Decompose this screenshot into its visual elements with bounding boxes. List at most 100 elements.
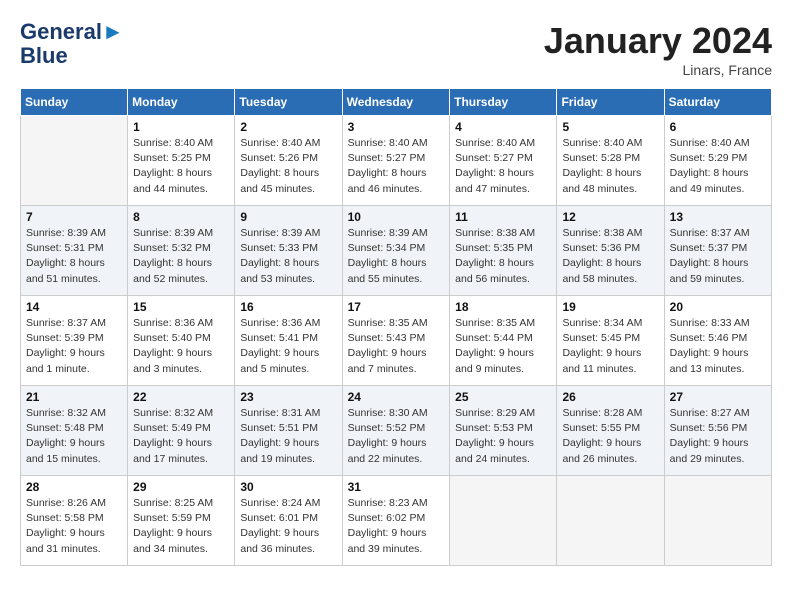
calendar-cell: 13Sunrise: 8:37 AMSunset: 5:37 PMDayligh…	[664, 206, 771, 296]
title-block: January 2024 Linars, France	[544, 20, 772, 78]
calendar-cell: 31 Sunrise: 8:23 AMSunset: 6:02 PMDayligh…	[342, 476, 450, 566]
day-number: 29	[133, 480, 229, 494]
day-number: 19	[562, 300, 658, 314]
location-subtitle: Linars, France	[544, 62, 772, 78]
weekday-header-monday: Monday	[128, 89, 235, 116]
calendar-cell	[21, 116, 128, 206]
day-info: Sunrise: 8:39 AMSunset: 5:31 PMDaylight:…	[26, 226, 122, 287]
calendar-week-row: 14 Sunrise: 8:37 AMSunset: 5:39 PMDayligh…	[21, 296, 772, 386]
calendar-cell: 12Sunrise: 8:38 AMSunset: 5:36 PMDayligh…	[557, 206, 664, 296]
calendar-cell: 25 Sunrise: 8:29 AMSunset: 5:53 PMDayligh…	[450, 386, 557, 476]
calendar-cell: 21 Sunrise: 8:32 AMSunset: 5:48 PMDayligh…	[21, 386, 128, 476]
day-number: 17	[348, 300, 445, 314]
month-title: January 2024	[544, 20, 772, 62]
calendar-cell	[557, 476, 664, 566]
day-info: Sunrise: 8:38 AMSunset: 5:36 PMDaylight:…	[562, 226, 658, 287]
day-number: 16	[240, 300, 336, 314]
calendar-cell: 14 Sunrise: 8:37 AMSunset: 5:39 PMDayligh…	[21, 296, 128, 386]
calendar-cell: 4 Sunrise: 8:40 AMSunset: 5:27 PMDaylight…	[450, 116, 557, 206]
calendar-cell: 24Sunrise: 8:30 AMSunset: 5:52 PMDayligh…	[342, 386, 450, 476]
day-info: Sunrise: 8:32 AMSunset: 5:48 PMDaylight:…	[26, 406, 122, 467]
calendar-cell: 17 Sunrise: 8:35 AMSunset: 5:43 PMDayligh…	[342, 296, 450, 386]
day-info: Sunrise: 8:36 AMSunset: 5:41 PMDaylight:…	[240, 316, 336, 377]
day-number: 6	[670, 120, 766, 134]
day-info: Sunrise: 8:35 AMSunset: 5:43 PMDaylight:…	[348, 316, 445, 377]
day-number: 11	[455, 210, 551, 224]
day-number: 1	[133, 120, 229, 134]
day-info: Sunrise: 8:40 AMSunset: 5:26 PMDaylight:…	[240, 136, 336, 197]
day-info: Sunrise: 8:30 AMSunset: 5:52 PMDaylight:…	[348, 406, 445, 467]
day-number: 10	[348, 210, 445, 224]
logo: General►Blue	[20, 20, 124, 68]
day-number: 26	[562, 390, 658, 404]
calendar-cell	[450, 476, 557, 566]
day-info: Sunrise: 8:35 AMSunset: 5:44 PMDaylight:…	[455, 316, 551, 377]
weekday-header-tuesday: Tuesday	[235, 89, 342, 116]
calendar-cell: 5Sunrise: 8:40 AMSunset: 5:28 PMDaylight…	[557, 116, 664, 206]
weekday-header-friday: Friday	[557, 89, 664, 116]
calendar-cell: 6 Sunrise: 8:40 AMSunset: 5:29 PMDaylight…	[664, 116, 771, 206]
day-number: 21	[26, 390, 122, 404]
day-number: 2	[240, 120, 336, 134]
day-info: Sunrise: 8:24 AMSunset: 6:01 PMDaylight:…	[240, 496, 336, 557]
calendar-cell: 28 Sunrise: 8:26 AMSunset: 5:58 PMDayligh…	[21, 476, 128, 566]
calendar-week-row: 7Sunrise: 8:39 AMSunset: 5:31 PMDaylight…	[21, 206, 772, 296]
day-info: Sunrise: 8:40 AMSunset: 5:29 PMDaylight:…	[670, 136, 766, 197]
day-number: 22	[133, 390, 229, 404]
day-number: 18	[455, 300, 551, 314]
calendar-cell: 10 Sunrise: 8:39 AMSunset: 5:34 PMDayligh…	[342, 206, 450, 296]
day-info: Sunrise: 8:25 AMSunset: 5:59 PMDaylight:…	[133, 496, 229, 557]
day-info: Sunrise: 8:28 AMSunset: 5:55 PMDaylight:…	[562, 406, 658, 467]
day-number: 20	[670, 300, 766, 314]
day-info: Sunrise: 8:39 AMSunset: 5:32 PMDaylight:…	[133, 226, 229, 287]
day-info: Sunrise: 8:34 AMSunset: 5:45 PMDaylight:…	[562, 316, 658, 377]
day-number: 4	[455, 120, 551, 134]
day-number: 15	[133, 300, 229, 314]
day-info: Sunrise: 8:23 AMSunset: 6:02 PMDaylight:…	[348, 496, 445, 557]
day-number: 28	[26, 480, 122, 494]
logo-text: General►Blue	[20, 20, 124, 68]
day-info: Sunrise: 8:31 AMSunset: 5:51 PMDaylight:…	[240, 406, 336, 467]
calendar-cell: 1 Sunrise: 8:40 AMSunset: 5:25 PMDaylight…	[128, 116, 235, 206]
day-info: Sunrise: 8:40 AMSunset: 5:27 PMDaylight:…	[348, 136, 445, 197]
day-info: Sunrise: 8:29 AMSunset: 5:53 PMDaylight:…	[455, 406, 551, 467]
day-info: Sunrise: 8:33 AMSunset: 5:46 PMDaylight:…	[670, 316, 766, 377]
calendar-cell: 3 Sunrise: 8:40 AMSunset: 5:27 PMDaylight…	[342, 116, 450, 206]
day-info: Sunrise: 8:27 AMSunset: 5:56 PMDaylight:…	[670, 406, 766, 467]
day-number: 9	[240, 210, 336, 224]
day-number: 27	[670, 390, 766, 404]
calendar-cell: 29 Sunrise: 8:25 AMSunset: 5:59 PMDayligh…	[128, 476, 235, 566]
calendar-cell	[664, 476, 771, 566]
day-number: 25	[455, 390, 551, 404]
day-number: 31	[348, 480, 445, 494]
calendar-cell: 20 Sunrise: 8:33 AMSunset: 5:46 PMDayligh…	[664, 296, 771, 386]
day-info: Sunrise: 8:37 AMSunset: 5:39 PMDaylight:…	[26, 316, 122, 377]
calendar-week-row: 21 Sunrise: 8:32 AMSunset: 5:48 PMDayligh…	[21, 386, 772, 476]
day-info: Sunrise: 8:40 AMSunset: 5:25 PMDaylight:…	[133, 136, 229, 197]
day-info: Sunrise: 8:37 AMSunset: 5:37 PMDaylight:…	[670, 226, 766, 287]
day-number: 14	[26, 300, 122, 314]
calendar-cell: 11Sunrise: 8:38 AMSunset: 5:35 PMDayligh…	[450, 206, 557, 296]
day-number: 23	[240, 390, 336, 404]
day-info: Sunrise: 8:40 AMSunset: 5:27 PMDaylight:…	[455, 136, 551, 197]
weekday-header-wednesday: Wednesday	[342, 89, 450, 116]
calendar-cell: 2 Sunrise: 8:40 AMSunset: 5:26 PMDaylight…	[235, 116, 342, 206]
page-header: General►Blue January 2024 Linars, France	[20, 20, 772, 78]
calendar-cell: 7Sunrise: 8:39 AMSunset: 5:31 PMDaylight…	[21, 206, 128, 296]
calendar-cell: 15Sunrise: 8:36 AMSunset: 5:40 PMDayligh…	[128, 296, 235, 386]
day-number: 3	[348, 120, 445, 134]
calendar-cell: 9 Sunrise: 8:39 AMSunset: 5:33 PMDaylight…	[235, 206, 342, 296]
calendar-cell: 26 Sunrise: 8:28 AMSunset: 5:55 PMDayligh…	[557, 386, 664, 476]
day-number: 8	[133, 210, 229, 224]
calendar-cell: 22 Sunrise: 8:32 AMSunset: 5:49 PMDayligh…	[128, 386, 235, 476]
day-info: Sunrise: 8:40 AMSunset: 5:28 PMDaylight:…	[562, 136, 658, 197]
calendar-week-row: 1 Sunrise: 8:40 AMSunset: 5:25 PMDaylight…	[21, 116, 772, 206]
weekday-header-thursday: Thursday	[450, 89, 557, 116]
day-info: Sunrise: 8:26 AMSunset: 5:58 PMDaylight:…	[26, 496, 122, 557]
day-info: Sunrise: 8:39 AMSunset: 5:34 PMDaylight:…	[348, 226, 445, 287]
calendar-cell: 27 Sunrise: 8:27 AMSunset: 5:56 PMDayligh…	[664, 386, 771, 476]
calendar-week-row: 28 Sunrise: 8:26 AMSunset: 5:58 PMDayligh…	[21, 476, 772, 566]
day-info: Sunrise: 8:39 AMSunset: 5:33 PMDaylight:…	[240, 226, 336, 287]
calendar-cell: 18 Sunrise: 8:35 AMSunset: 5:44 PMDayligh…	[450, 296, 557, 386]
day-info: Sunrise: 8:32 AMSunset: 5:49 PMDaylight:…	[133, 406, 229, 467]
